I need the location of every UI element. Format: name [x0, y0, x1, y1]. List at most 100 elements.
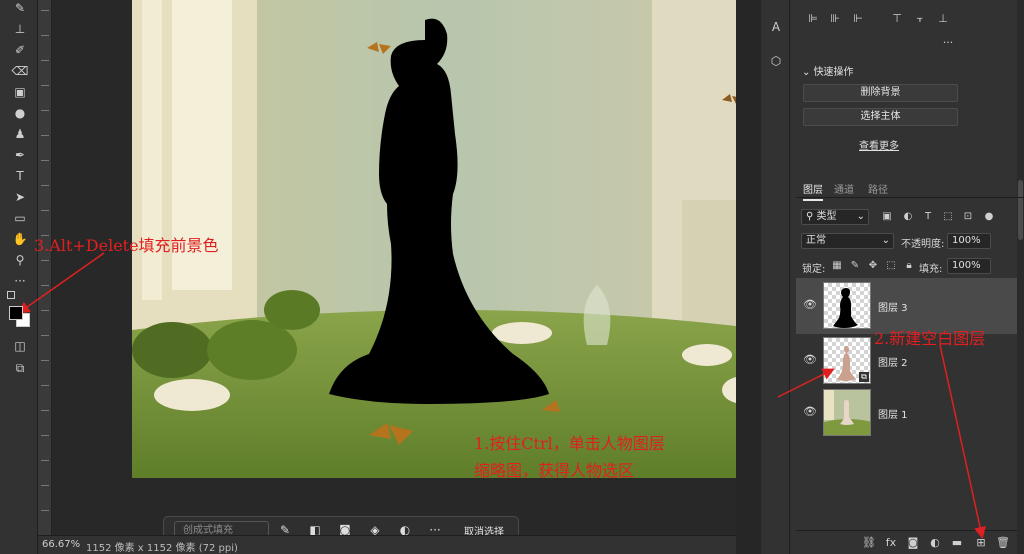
fill-input[interactable]: 100%	[947, 258, 991, 274]
align-middle-icon[interactable]: ⫟	[913, 12, 927, 26]
opacity-value: 100%	[952, 235, 981, 246]
quick-mask-icon[interactable]: ◫	[11, 338, 29, 354]
character-panel-icon[interactable]: A	[767, 18, 785, 36]
ruler-tick	[41, 185, 49, 186]
link-layers-icon[interactable]: ⛓	[862, 536, 876, 550]
ruler-tick	[41, 35, 49, 36]
layer-2-name[interactable]: 图层 2	[878, 354, 908, 369]
tab-layers[interactable]: 图层	[803, 181, 823, 201]
lock-all-icon[interactable]: 🔒︎	[903, 260, 915, 272]
brush-icon[interactable]: ✎	[11, 0, 29, 16]
adjustment-filter-icon[interactable]: ◐	[902, 211, 914, 223]
more-align-icon[interactable]: ···	[941, 36, 955, 50]
ruler-tick	[41, 60, 49, 61]
align-bottom-icon[interactable]: ⊥	[936, 12, 950, 26]
ruler-tick	[41, 385, 49, 386]
path-select-icon[interactable]: ➤	[11, 189, 29, 205]
eraser-icon[interactable]: ⌫	[11, 63, 29, 79]
chevron-down-icon: ⌄	[881, 235, 890, 246]
gradient-icon[interactable]: ▣	[11, 84, 29, 100]
search-icon: ⚲	[806, 211, 817, 222]
step2-annotation: 2.新建空白图层	[874, 329, 986, 348]
layer-1-name[interactable]: 图层 1	[878, 406, 908, 421]
delete-layer-icon[interactable]: 🗑︎	[996, 536, 1010, 550]
add-mask-icon[interactable]: ◙	[906, 536, 920, 550]
hand-icon[interactable]: ✋	[11, 231, 29, 247]
history-brush-icon[interactable]: ✐	[11, 42, 29, 58]
zoom-level[interactable]: 66.67%	[42, 539, 80, 550]
lock-label: 锁定:	[802, 264, 826, 275]
tab-channels[interactable]: 通道	[834, 181, 854, 196]
align-center-icon[interactable]: ⊪	[828, 12, 842, 26]
stamp-icon[interactable]: ⊥	[11, 21, 29, 37]
lock-position-icon[interactable]: ✥	[867, 260, 879, 272]
woman-silhouette-thumbnail	[833, 288, 858, 328]
filter-toggle-icon[interactable]: ●	[983, 211, 995, 223]
layer-2-thumbnail[interactable]: ⧉	[823, 337, 871, 384]
smart-object-badge-icon: ⧉	[859, 372, 869, 382]
panel-scrollbar[interactable]	[1017, 0, 1024, 554]
collapsed-panels-strip: A ⬡	[761, 0, 790, 554]
new-layer-icon[interactable]: ⊞	[974, 536, 988, 550]
ruler-tick	[41, 110, 49, 111]
dodge-icon[interactable]: ♟	[11, 126, 29, 142]
foreground-color-swatch[interactable]	[9, 306, 23, 320]
panel-divider	[736, 0, 761, 554]
remove-background-button[interactable]: 删除背景	[803, 84, 958, 102]
layer-1-thumbnail[interactable]	[823, 389, 871, 436]
layer-style-icon[interactable]: fx	[884, 536, 898, 550]
more-tools-icon[interactable]: ···	[11, 273, 29, 289]
select-subject-button[interactable]: 选择主体	[803, 108, 958, 126]
align-left-icon[interactable]: ⊫	[806, 12, 820, 26]
step1-annotation-line2: 缩略图，获得人物选区	[474, 461, 635, 480]
opacity-input[interactable]: 100%	[947, 233, 991, 249]
artwork-image	[132, 0, 769, 478]
document-size: 1152 像素 x 1152 像素 (72 ppi)	[86, 543, 238, 554]
ruler-tick	[41, 335, 49, 336]
view-more-link[interactable]: 查看更多	[859, 137, 899, 152]
layer-3-name[interactable]: 图层 3	[878, 299, 908, 314]
lock-transparency-icon[interactable]: ▦	[831, 260, 843, 272]
pen-icon[interactable]: ✒	[11, 147, 29, 163]
canvas-area[interactable]	[52, 0, 769, 535]
ruler-tick	[41, 135, 49, 136]
screen-mode-icon[interactable]: ⧉	[11, 360, 29, 376]
ruler-tick	[41, 510, 49, 511]
ruler-tick	[41, 310, 49, 311]
ruler-tick	[41, 260, 49, 261]
rectangle-icon[interactable]: ▭	[11, 210, 29, 226]
vertical-ruler	[38, 0, 52, 535]
layer-row-1[interactable]: 👁︎ 图层 1	[796, 385, 1017, 441]
document-artwork[interactable]	[132, 0, 769, 478]
tab-paths[interactable]: 路径	[868, 181, 888, 196]
shape-filter-icon[interactable]: ⬚	[942, 211, 954, 223]
ruler-tick	[41, 460, 49, 461]
align-top-icon[interactable]: ⊤	[890, 12, 904, 26]
smart-object-filter-icon[interactable]: ⊡	[962, 211, 974, 223]
ruler-tick	[41, 435, 49, 436]
visibility-eye-icon[interactable]: 👁︎	[803, 353, 817, 367]
3d-cube-icon[interactable]: ⬡	[767, 52, 785, 70]
new-group-icon[interactable]: ▬	[950, 536, 964, 550]
swap-colors-icon[interactable]	[7, 291, 15, 299]
chevron-down-icon: ⌄	[856, 211, 865, 222]
layer-3-thumbnail[interactable]	[823, 282, 871, 329]
align-right-icon[interactable]: ⊩	[851, 12, 865, 26]
pixel-filter-icon[interactable]: ▣	[881, 211, 893, 223]
type-icon[interactable]: T	[11, 168, 29, 184]
visibility-eye-icon[interactable]: 👁︎	[803, 405, 817, 419]
ruler-tick	[41, 10, 49, 11]
layer-filter-select[interactable]: ⚲ 类型 ⌄	[801, 209, 869, 225]
ruler-tick	[41, 410, 49, 411]
visibility-eye-icon[interactable]: 👁︎	[803, 298, 817, 312]
lock-artboard-icon[interactable]: ⬚	[885, 260, 897, 272]
ruler-tick	[41, 210, 49, 211]
adjustment-layer-icon[interactable]: ◐	[928, 536, 942, 550]
type-filter-icon[interactable]: T	[922, 211, 934, 223]
lock-image-icon[interactable]: ✎	[849, 260, 861, 272]
quick-actions-header[interactable]: ⌄ 快速操作	[802, 63, 854, 78]
fill-value: 100%	[952, 260, 981, 271]
zoom-icon[interactable]: ⚲	[11, 252, 29, 268]
blend-mode-select[interactable]: 正常 ⌄	[801, 233, 894, 249]
blur-icon[interactable]: ●	[11, 105, 29, 121]
